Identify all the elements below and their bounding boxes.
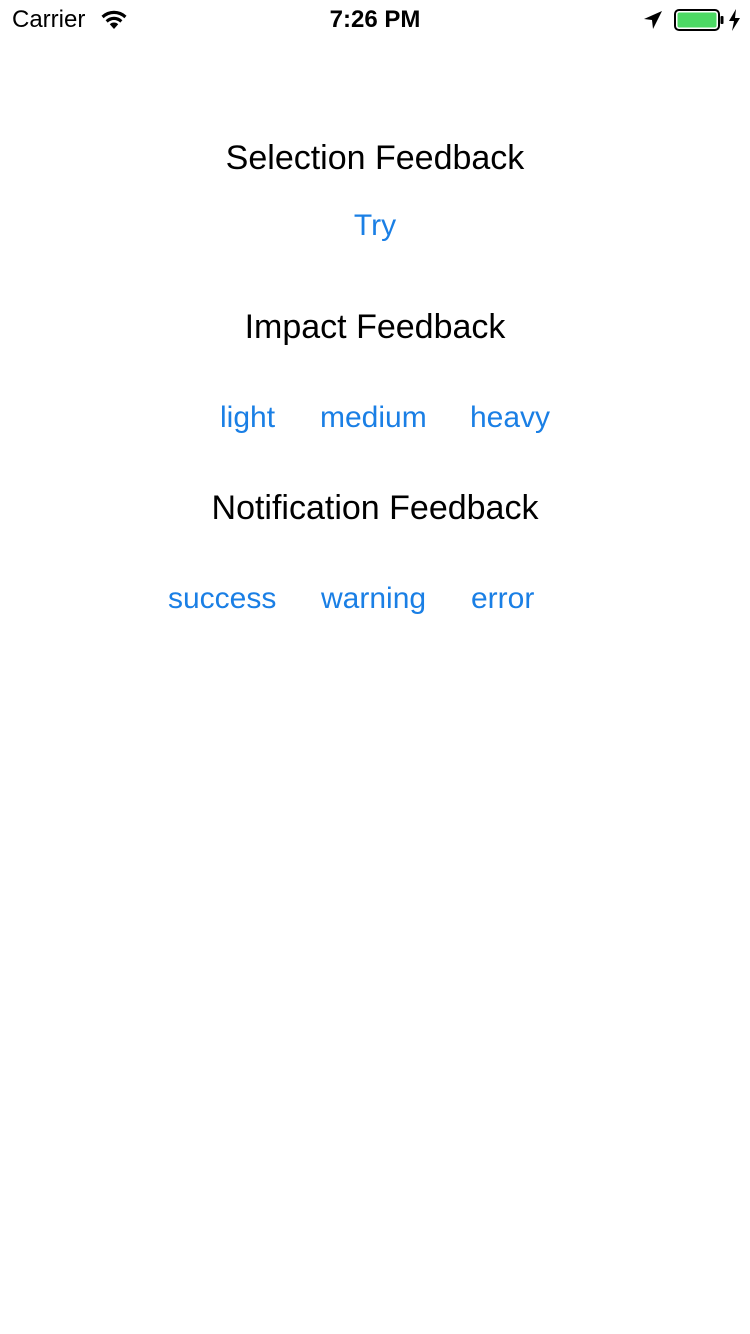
battery-level-fill — [677, 12, 717, 28]
status-bar: Carrier 7:26 PM — [0, 0, 750, 40]
clock: 7:26 PM — [329, 6, 421, 33]
error-button[interactable]: error — [471, 581, 534, 617]
warning-button[interactable]: warning — [321, 581, 426, 617]
impact-feedback-title: Impact Feedback — [244, 308, 506, 346]
try-button[interactable]: Try — [0, 208, 750, 244]
charging-bolt-icon — [729, 9, 740, 31]
success-button[interactable]: success — [168, 581, 276, 617]
selection-feedback-title: Selection Feedback — [225, 139, 525, 177]
battery-icon — [674, 9, 724, 31]
heavy-button[interactable]: heavy — [470, 400, 550, 436]
location-arrow-icon — [644, 11, 662, 29]
notification-feedback-title: Notification Feedback — [211, 489, 539, 527]
light-button[interactable]: light — [220, 400, 275, 436]
medium-button[interactable]: medium — [320, 400, 427, 436]
